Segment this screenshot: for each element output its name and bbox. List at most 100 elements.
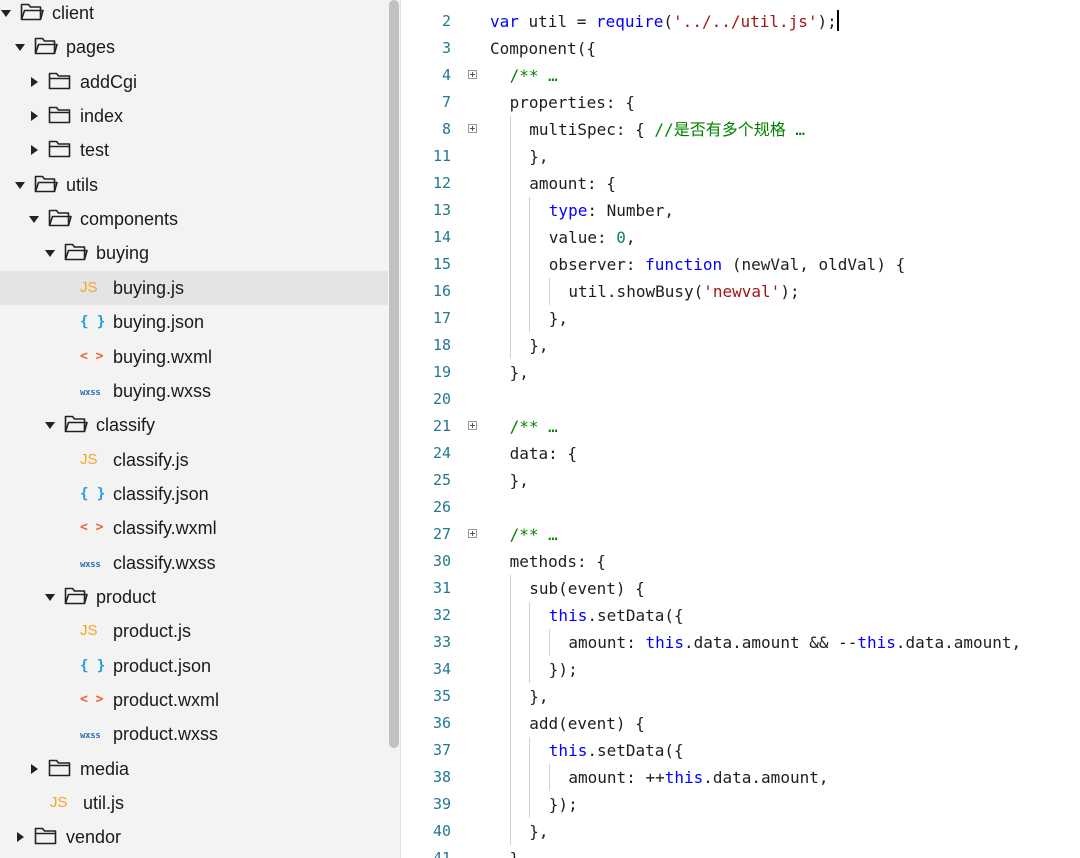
tree-item[interactable]: wxss classify.wxss bbox=[0, 546, 388, 580]
code-token: .data.amount, bbox=[703, 768, 829, 787]
line-number: 13 bbox=[432, 201, 451, 219]
chevron-right-icon[interactable] bbox=[31, 145, 38, 156]
chevron-right-icon[interactable] bbox=[31, 763, 38, 774]
code-line[interactable]: 16 util.showBusy('newval'); bbox=[401, 278, 1080, 305]
code-line[interactable]: 14 value: 0, bbox=[401, 224, 1080, 251]
tree-item[interactable]: < > classify.wxml bbox=[0, 511, 388, 545]
code-token: this bbox=[857, 633, 896, 652]
chevron-down-icon[interactable] bbox=[45, 250, 55, 258]
code-line[interactable]: 39}); bbox=[401, 791, 1080, 818]
code-text: this.setData({ bbox=[549, 602, 684, 629]
code-line[interactable]: 20 bbox=[401, 386, 1080, 413]
code-line[interactable]: 31 sub(event) { bbox=[401, 575, 1080, 602]
code-line[interactable]: 33 amount: this.data.amount && --this.dat… bbox=[401, 629, 1080, 656]
tree-item[interactable]: JS buying.js bbox=[0, 270, 388, 305]
tree-item[interactable]: addCgi bbox=[0, 65, 388, 99]
code-line[interactable]: 12 amount: { bbox=[401, 170, 1080, 197]
code-line[interactable]: 13 type: Number, bbox=[401, 197, 1080, 224]
chevron-down-icon[interactable] bbox=[45, 593, 55, 601]
code-editor[interactable]: 2 var util = require('../../util.js'); 3 Co… bbox=[401, 0, 1080, 858]
fold-expand-icon[interactable] bbox=[468, 70, 477, 79]
code-token: (newVal, oldVal) { bbox=[722, 255, 906, 274]
tree-item[interactable]: { } product.json bbox=[0, 649, 388, 683]
tree-item[interactable]: index bbox=[0, 99, 388, 133]
tree-item[interactable]: client bbox=[0, 0, 388, 30]
tree-item[interactable]: wxss buying.wxss bbox=[0, 374, 388, 408]
code-token: … bbox=[548, 417, 558, 436]
tree-item-label: buying.wxml bbox=[113, 346, 213, 367]
tree-item[interactable]: JS util.js bbox=[0, 786, 388, 820]
code-line[interactable]: 30 methods: { bbox=[401, 548, 1080, 575]
tree-item-label: classify.wxss bbox=[113, 552, 216, 573]
code-token: }, bbox=[509, 363, 529, 382]
tree-item[interactable]: vendor bbox=[0, 820, 388, 854]
chevron-right-icon[interactable] bbox=[31, 76, 38, 87]
code-line[interactable]: 25}, bbox=[401, 467, 1080, 494]
code-line[interactable]: 40}, bbox=[401, 818, 1080, 845]
indent-guide bbox=[548, 764, 550, 791]
line-number: 3 bbox=[441, 39, 451, 57]
code-line[interactable]: 3 Component({ bbox=[401, 35, 1080, 62]
tree-item-label: client bbox=[52, 3, 95, 23]
tree-item-label: buying.js bbox=[113, 277, 185, 298]
code-line[interactable]: 17}, bbox=[401, 305, 1080, 332]
code-text: type: Number, bbox=[549, 197, 674, 224]
tree-item[interactable]: components bbox=[0, 202, 388, 236]
tree-item[interactable]: JS classify.js bbox=[0, 443, 388, 477]
code-line[interactable]: 34}); bbox=[401, 656, 1080, 683]
code-line[interactable]: 37 this.setData({ bbox=[401, 737, 1080, 764]
tree-item[interactable]: pages bbox=[0, 30, 388, 64]
tree-item[interactable]: utils bbox=[0, 168, 388, 202]
line-number: 31 bbox=[432, 579, 451, 597]
code-token: amount: ++ bbox=[568, 768, 665, 787]
code-line[interactable]: 2 var util = require('../../util.js'); bbox=[401, 8, 1080, 35]
code-line[interactable]: 11}, bbox=[401, 143, 1080, 170]
code-line[interactable]: 21 /** … bbox=[401, 413, 1080, 440]
code-line[interactable]: 35}, bbox=[401, 683, 1080, 710]
tree-item[interactable]: test bbox=[0, 133, 388, 167]
chevron-right-icon[interactable] bbox=[31, 111, 38, 122]
tree-item[interactable]: < > buying.wxml bbox=[0, 340, 388, 374]
code-line[interactable]: 27 /** … bbox=[401, 521, 1080, 548]
code-line[interactable]: 19}, bbox=[401, 359, 1080, 386]
code-line[interactable]: 8 multiSpec: { //是否有多个规格 … bbox=[401, 116, 1080, 143]
folder-icon bbox=[48, 758, 72, 778]
tree-item[interactable]: product bbox=[0, 580, 388, 614]
chevron-down-icon[interactable] bbox=[45, 422, 55, 430]
code-line[interactable]: 38 amount: ++this.data.amount, bbox=[401, 764, 1080, 791]
chevron-down-icon[interactable] bbox=[1, 10, 11, 17]
line-number: 11 bbox=[432, 147, 451, 165]
code-line[interactable]: 32 this.setData({ bbox=[401, 602, 1080, 629]
code-line[interactable]: 36 add(event) { bbox=[401, 710, 1080, 737]
tree-item[interactable]: { } classify.json bbox=[0, 477, 388, 511]
line-number: 16 bbox=[432, 282, 451, 300]
chevron-right-icon[interactable] bbox=[17, 832, 24, 843]
code-token: require bbox=[595, 12, 664, 31]
code-line[interactable]: 18}, bbox=[401, 332, 1080, 359]
indent-guide bbox=[509, 710, 511, 737]
fold-expand-icon[interactable] bbox=[468, 529, 477, 538]
code-line[interactable]: 7 properties: { bbox=[401, 89, 1080, 116]
tree-item[interactable]: { } buying.json bbox=[0, 305, 388, 339]
code-line[interactable]: 15 observer: function (newVal, oldVal) { bbox=[401, 251, 1080, 278]
explorer-scrollbar-thumb[interactable] bbox=[389, 0, 399, 748]
tree-item-label: product.json bbox=[113, 655, 212, 676]
fold-expand-icon[interactable] bbox=[468, 124, 477, 133]
tree-item[interactable]: < > product.wxml bbox=[0, 683, 388, 717]
code-line[interactable]: 4 /** … bbox=[401, 62, 1080, 89]
fold-expand-icon[interactable] bbox=[468, 421, 477, 430]
code-line[interactable]: 24 data: { bbox=[401, 440, 1080, 467]
tree-item[interactable]: wxss product.wxss bbox=[0, 717, 388, 751]
code-token: sub(event) { bbox=[529, 579, 645, 598]
chevron-down-icon[interactable] bbox=[29, 216, 39, 224]
tree-item[interactable]: JS product.js bbox=[0, 614, 388, 648]
chevron-down-icon[interactable] bbox=[15, 44, 25, 52]
tree-item[interactable]: media bbox=[0, 752, 388, 786]
tree-item[interactable]: classify bbox=[0, 408, 388, 442]
code-line[interactable]: 26 bbox=[401, 494, 1080, 521]
file-explorer: client pages addCgi index test utils component… bbox=[0, 0, 388, 858]
chevron-down-icon[interactable] bbox=[15, 181, 25, 189]
code-text: }, bbox=[529, 143, 548, 170]
tree-item[interactable]: buying bbox=[0, 236, 388, 270]
code-line[interactable]: 41}, bbox=[401, 845, 1080, 858]
